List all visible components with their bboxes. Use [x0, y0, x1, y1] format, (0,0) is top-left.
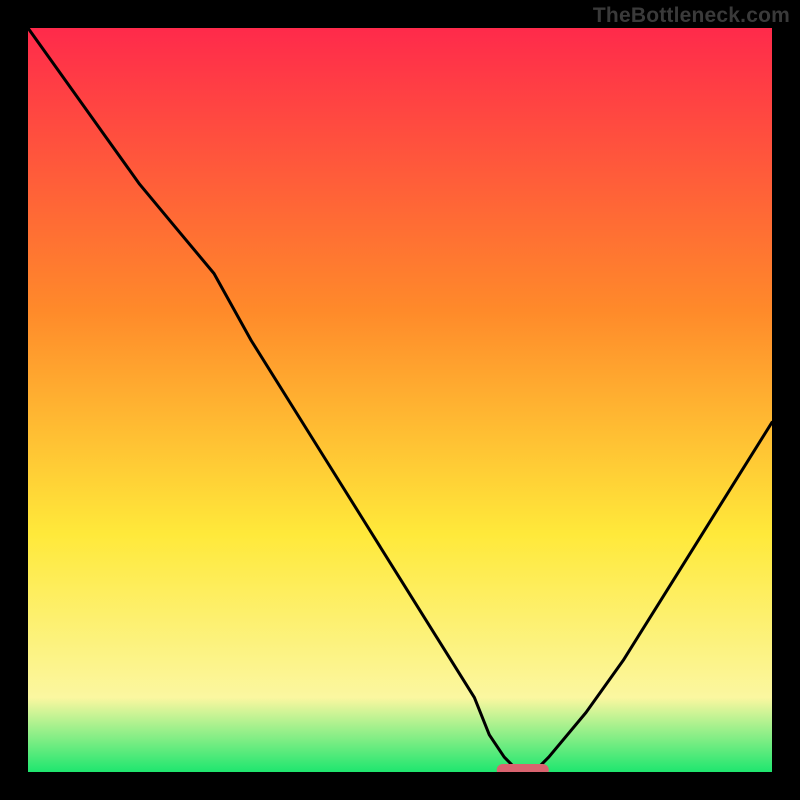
bottleneck-chart: [28, 28, 772, 772]
chart-frame: TheBottleneck.com: [0, 0, 800, 800]
watermark-text: TheBottleneck.com: [593, 4, 790, 28]
gradient-background: [28, 28, 772, 772]
optimal-marker: [497, 764, 549, 772]
